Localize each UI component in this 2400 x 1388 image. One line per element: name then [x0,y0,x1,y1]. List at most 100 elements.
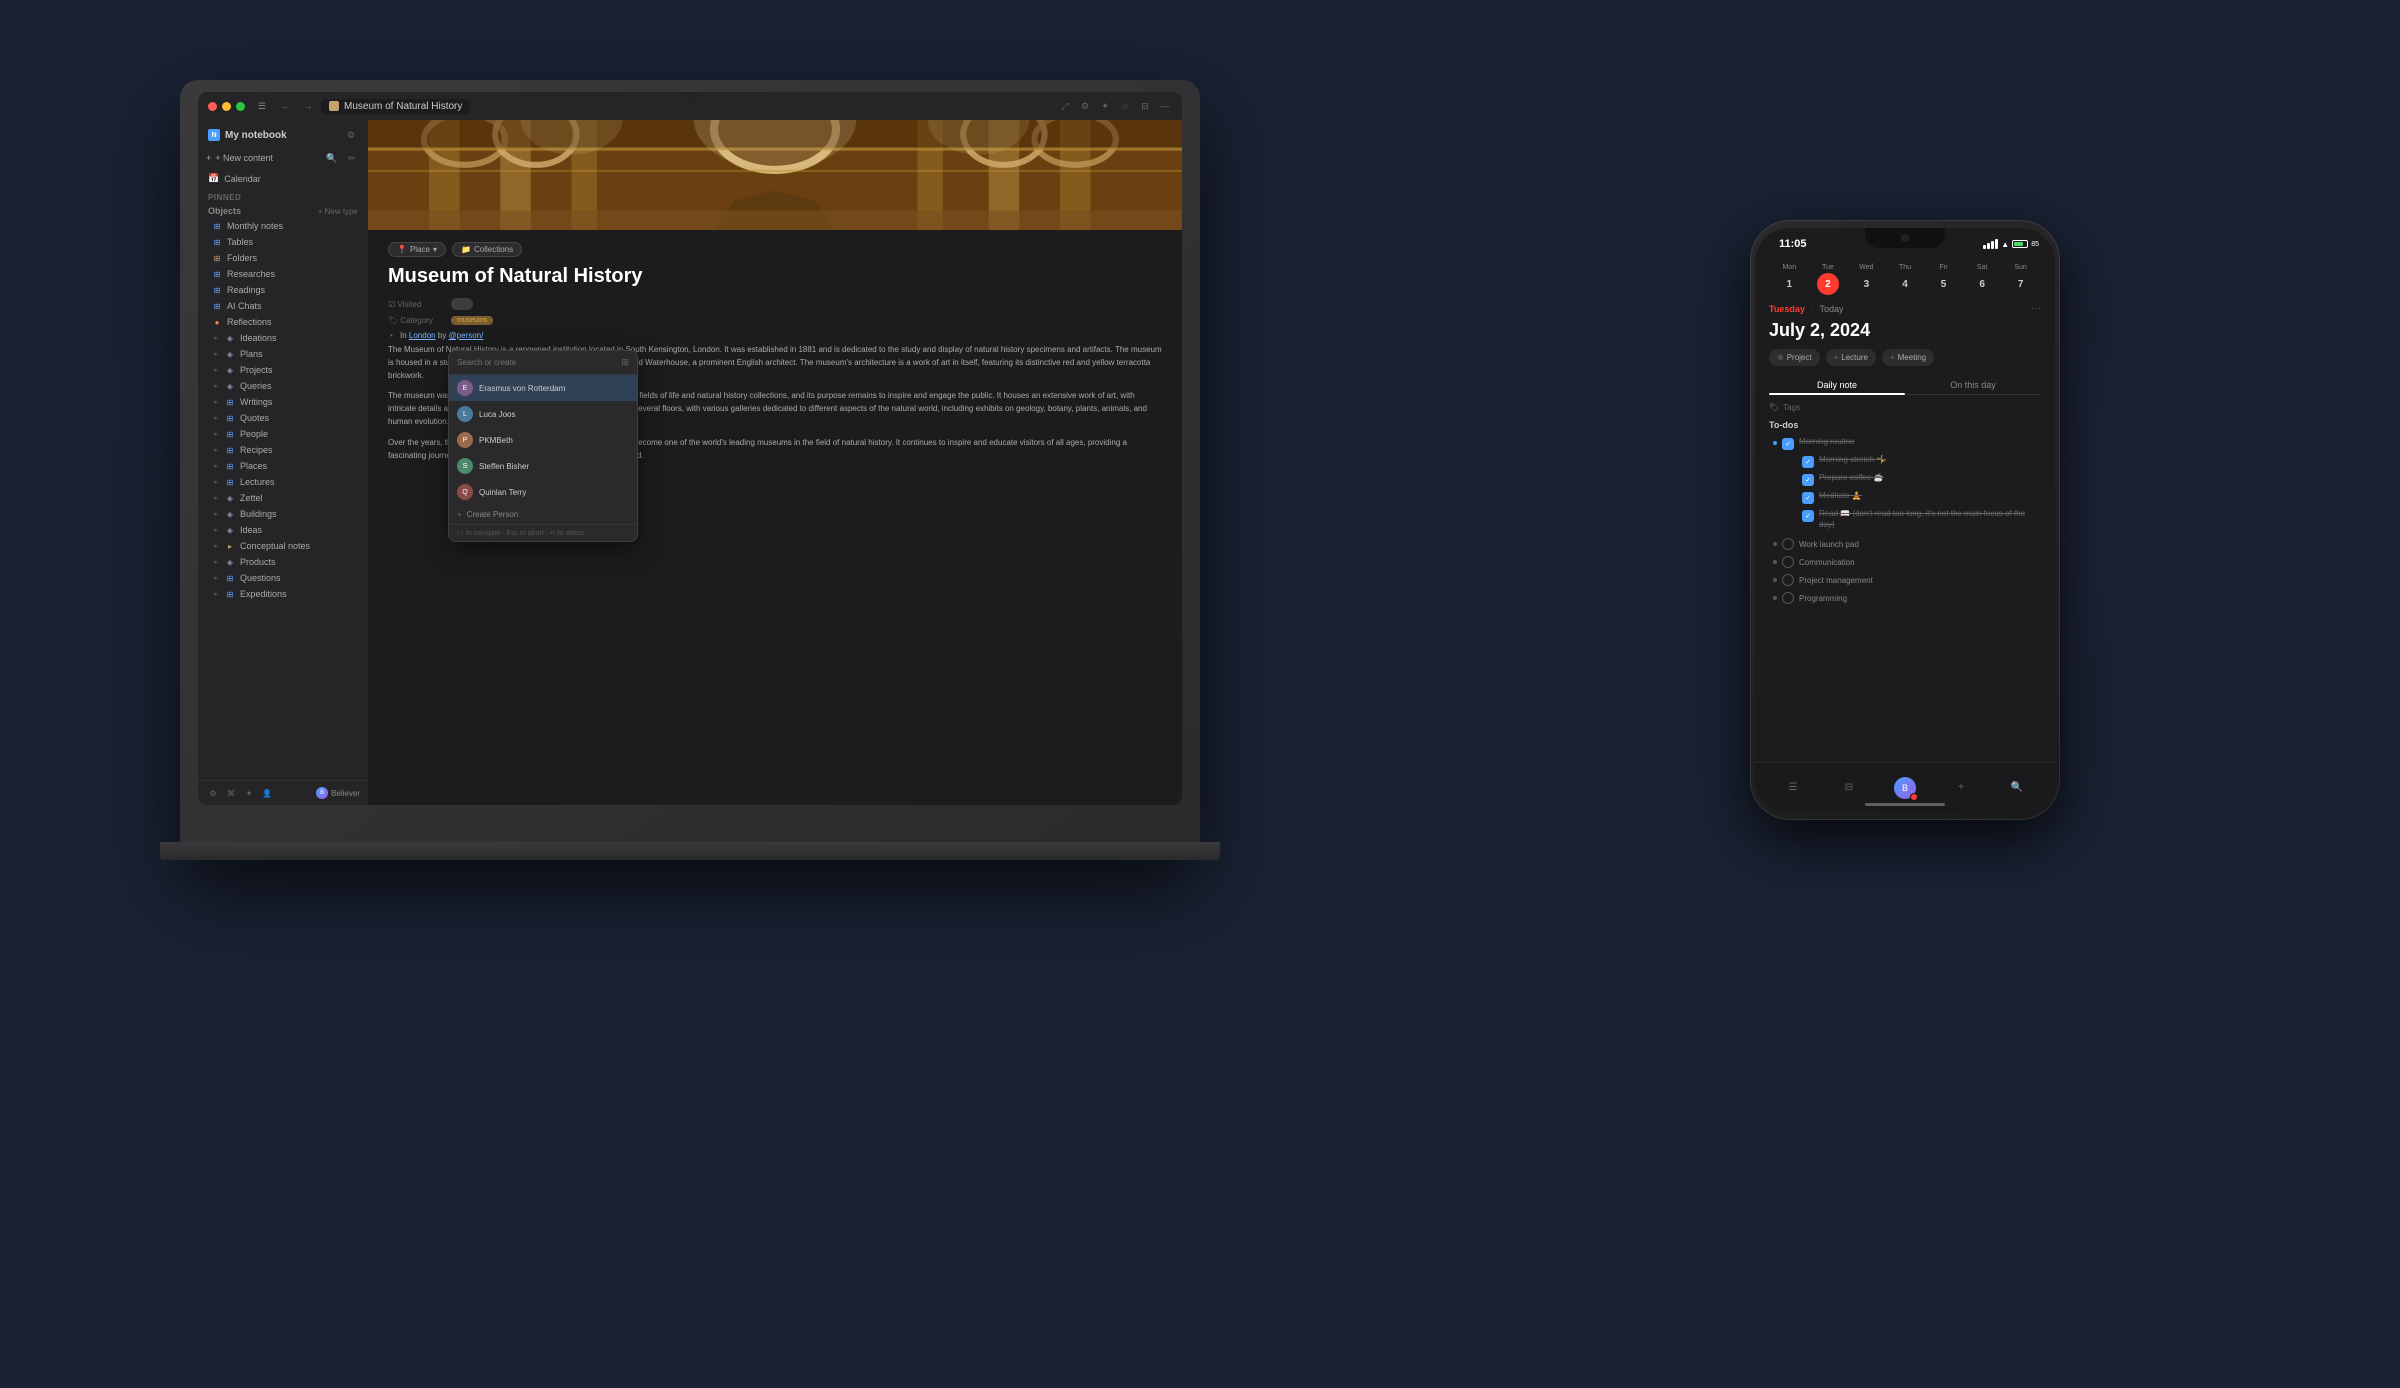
todo-bullet [1773,441,1777,445]
sidebar-item-readings[interactable]: ⊞ Readings [198,282,368,298]
tab-on-this-day[interactable]: On this day [1905,376,2041,394]
popup-create-person[interactable]: + Create Person [449,505,637,524]
maximize-button[interactable] [236,102,245,111]
pin-icon[interactable]: ✦ [1098,99,1112,113]
expand-icon: ▸ [212,510,220,518]
settings-icon[interactable]: ⚙ [1078,99,1092,113]
visited-toggle[interactable] [451,298,473,310]
sidebar-item-expeditions[interactable]: ▸ ⊞ Expeditions [198,586,368,602]
popup-item-erasmus[interactable]: E Erasmus von Rotterdam [449,375,637,401]
nav-search[interactable]: 🔍 [1989,782,2045,793]
search-icon[interactable]: 🔍 [324,150,340,166]
sidebar-item-people[interactable]: ▸ ⊞ People [198,426,368,442]
nav-controls: ← → Museum of Natural History [277,97,470,115]
star-icon[interactable]: ✦ [242,786,256,800]
morning-routine-check[interactable]: ✓ [1782,438,1794,450]
sidebar-item-queries[interactable]: ▸ ◈ Queries [198,378,368,394]
collections-breadcrumb[interactable]: 📁 Collections [452,242,522,257]
nav-menu[interactable]: ☰ [1765,782,1821,793]
day-num-2-today[interactable]: 2 [1817,273,1839,295]
sidebar-calendar[interactable]: 📅 Calendar [198,170,368,187]
sidebar-item-quotes[interactable]: ▸ ⊞ Quotes [198,410,368,426]
sidebar-item-tables[interactable]: ⊞ Tables [198,234,368,250]
add-meeting-button[interactable]: + Meeting [1882,349,1934,366]
bookmark-icon[interactable]: ☆ [1118,99,1132,113]
sidebar-item-zettel[interactable]: ▸ ◈ Zettel [198,490,368,506]
phone-tabs: Daily note On this day [1769,376,2041,395]
sidebar-item-places[interactable]: ▸ ⊞ Places [198,458,368,474]
more-icon[interactable]: — [1158,99,1172,113]
expand-icon: ▸ [212,526,220,534]
sidebar-item-plans[interactable]: ▸ ◈ Plans [198,346,368,362]
place-icon: 📍 [397,245,407,254]
day-num-1[interactable]: 1 [1778,273,1800,295]
sidebar-item-folders[interactable]: ⊞ Folders [198,250,368,266]
laptop-body: ☰ ← → Museum of Natural History ⤢ [180,80,1200,860]
day-num-5[interactable]: 5 [1933,273,1955,295]
day-num-4[interactable]: 4 [1894,273,1916,295]
project-mgmt-check[interactable] [1782,574,1794,586]
laptop: ☰ ← → Museum of Natural History ⤢ [180,80,1200,860]
meditate-check[interactable]: ✓ [1802,492,1814,504]
day-num-3[interactable]: 3 [1855,273,1877,295]
communication-check[interactable] [1782,556,1794,568]
day-num-6[interactable]: 6 [1971,273,1993,295]
user-icon[interactable]: 👤 [260,786,274,800]
sidebar-item-recipes[interactable]: ▸ ⊞ Recipes [198,442,368,458]
nav-profile[interactable]: B [1877,777,1933,799]
person-link[interactable]: @person/ [449,331,484,340]
close-button[interactable] [208,102,217,111]
edit-icon[interactable]: ✏ [344,150,360,166]
expand-icon[interactable]: ⤢ [1058,99,1072,113]
programming-check[interactable] [1782,592,1794,604]
popup-item-luca[interactable]: L Luca Joos [449,401,637,427]
more-options-icon[interactable]: ··· [2031,303,2041,314]
tab-page-icon [329,101,339,111]
workspace-settings-icon[interactable]: ⚙ [344,128,358,142]
settings-footer-icon[interactable]: ⚙ [206,786,220,800]
new-content-button[interactable]: + + New content [206,153,273,163]
popup-item-pkmbeth[interactable]: P PKMBeth [449,427,637,453]
london-link[interactable]: London [409,331,436,340]
sidebar-item-researches[interactable]: ⊞ Researches [198,266,368,282]
sidebar-item-lectures[interactable]: ▸ ⊞ Lectures [198,474,368,490]
todo-morning-routine: ✓ Morning routine ✓ Morning stretch 🤸 ✓ … [1769,436,2041,534]
popup-item-quinlan[interactable]: Q Quinlan Terry [449,479,637,505]
minimize-button[interactable] [222,102,231,111]
add-buttons: ⊕ Project + Lecture + Meeting [1769,349,2041,366]
sidebar-item-products[interactable]: ▸ ◈ Products [198,554,368,570]
forward-arrow-icon[interactable]: → [299,97,317,115]
day-num-7[interactable]: 7 [2010,273,2032,295]
shortcut-icon[interactable]: ⌘ [224,786,238,800]
layout-icon[interactable]: ⊟ [1138,99,1152,113]
sidebar-item-label: Ideations [240,333,277,343]
back-arrow-icon[interactable]: ← [277,97,295,115]
add-lecture-button[interactable]: + Lecture [1826,349,1876,366]
sidebar-toggle-icon[interactable]: ☰ [255,99,269,113]
popup-item-steffen[interactable]: S Steffen Bisher [449,453,637,479]
sidebar-item-writings[interactable]: ▸ ⊞ Writings [198,394,368,410]
week-navigation: Mon 1 Tue 2 Wed 3 [1769,264,2041,295]
sidebar-item-reflections[interactable]: ● Reflections [198,314,368,330]
sidebar-item-ideas[interactable]: ▸ ◈ Ideas [198,522,368,538]
prepare-coffee-check[interactable]: ✓ [1802,474,1814,486]
popup-more-icon[interactable]: ⊞ [621,357,629,368]
work-launch-check[interactable] [1782,538,1794,550]
sidebar-item-monthly-notes[interactable]: ⊞ Monthly notes [198,218,368,234]
morning-stretch-check[interactable]: ✓ [1802,456,1814,468]
sidebar-item-questions[interactable]: ▸ ⊞ Questions [198,570,368,586]
place-breadcrumb[interactable]: 📍 Place ▾ [388,242,446,257]
calendar-label: Calendar [224,174,261,184]
sidebar-item-projects[interactable]: ▸ ◈ Projects [198,362,368,378]
sidebar-item-buildings[interactable]: ▸ ◈ Buildings [198,506,368,522]
sidebar-item-ideations[interactable]: ▸ ◈ Ideations [198,330,368,346]
tab-daily-note[interactable]: Daily note [1769,376,1905,394]
sidebar-item-conceptual[interactable]: ▸ ▸ Conceptual notes [198,538,368,554]
add-project-button[interactable]: ⊕ Project [1769,349,1820,366]
read-check[interactable]: ✓ [1802,510,1814,522]
new-type-button[interactable]: + New type [318,207,358,216]
nav-grid[interactable]: ⊟ [1821,782,1877,793]
sidebar-item-chats[interactable]: ⊞ AI Chats [198,298,368,314]
nav-add[interactable]: + [1933,782,1989,793]
popup-search-input[interactable] [457,358,616,367]
